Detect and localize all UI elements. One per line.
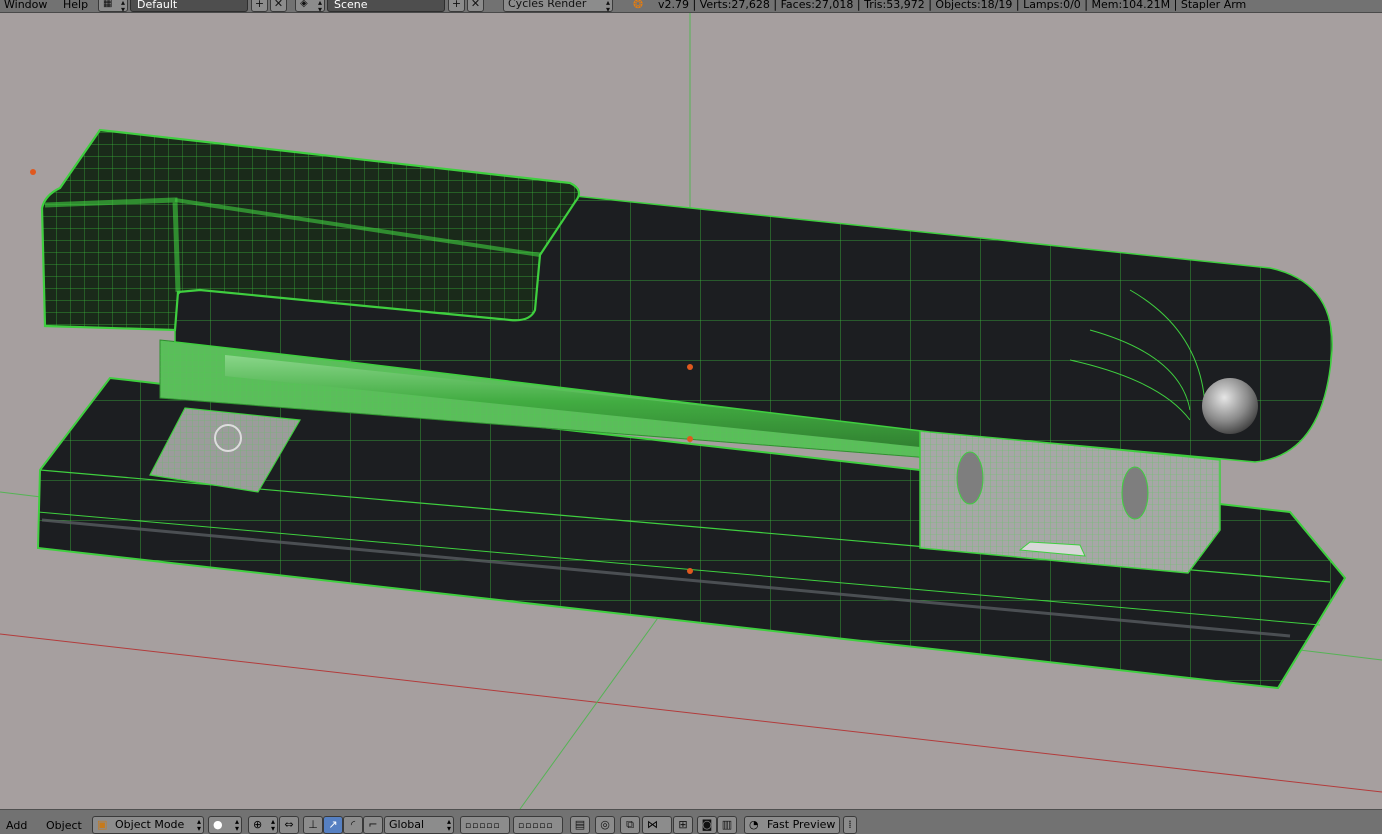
viewport-shading-selector[interactable]: ● ▴ ▾ (208, 816, 242, 834)
render-preview-label: Fast Preview (767, 818, 836, 831)
close-icon: ✕ (273, 0, 284, 10)
snap-target-button[interactable]: ⊞ (673, 816, 693, 834)
layout-icon: ▦ (103, 0, 113, 9)
add-icon: + (254, 0, 265, 10)
scene-statistics: v2.79 | Verts:27,628 | Faces:27,018 | Tr… (658, 0, 1247, 11)
close-icon: ✕ (470, 0, 481, 10)
render-engine-label: Cycles Render (508, 0, 587, 10)
transform-orientation-selector[interactable]: Global ▴ ▾ (384, 816, 454, 834)
lock-camera-button[interactable]: ▤ (570, 816, 590, 834)
menu-help[interactable]: Help (63, 0, 88, 11)
scene-field[interactable]: Scene (327, 0, 445, 12)
blender-logo-icon: ❂ (633, 0, 644, 11)
menu-add[interactable]: Add (6, 819, 27, 832)
3d-viewport[interactable] (0, 13, 1382, 810)
pivot-icon: ⊕ (253, 818, 263, 831)
mode-cube-icon: ▣ (97, 818, 108, 831)
remove-scene-button[interactable]: ✕ (467, 0, 484, 12)
chevron-updown-icon: ▴ ▾ (605, 0, 610, 13)
chevron-updown-icon: ▴ ▾ (446, 817, 451, 833)
scale-manipulator-button[interactable]: ⌐ (363, 816, 383, 834)
manipulate-center-button[interactable]: ⇔ (279, 816, 299, 834)
rotate-manipulator-button[interactable]: ◜ (343, 816, 363, 834)
proportional-editing-button[interactable]: ◎ (595, 816, 615, 834)
orientation-label: Global (389, 818, 425, 831)
transform-manipulator-toggle[interactable]: ⊥ (303, 816, 323, 834)
chevron-updown-icon: ▴ ▾ (270, 817, 275, 833)
drag-handle-icon: ⁞ (848, 818, 852, 831)
render-engine-selector[interactable]: Cycles Render ▴ ▾ (503, 0, 613, 12)
snap-icon: ⧉ (626, 818, 634, 831)
render-icon: ▥ (721, 818, 733, 831)
scene-layers-group-2[interactable]: ▫▫▫▫▫ (513, 816, 563, 834)
add-icon: + (451, 0, 462, 10)
header-scroll-handle[interactable]: ⁞ (843, 816, 857, 834)
chevron-updown-icon: ▴ ▾ (317, 0, 322, 13)
scene-selector[interactable]: ◈ ▴ ▾ (295, 0, 325, 12)
scene-icon: ◈ (300, 0, 308, 9)
axes-icon: ⊥ (308, 818, 318, 831)
menu-window[interactable]: Window (4, 0, 47, 11)
proportional-icon: ◎ (600, 818, 610, 831)
top-cap-mesh[interactable] (40, 128, 581, 332)
base-origin-dot[interactable] (687, 568, 693, 574)
snap-toggle-button[interactable]: ⧉ (620, 816, 640, 834)
menu-object[interactable]: Object (46, 819, 82, 832)
lock-icon: ▤ (574, 818, 586, 831)
translate-icon: ↗ (328, 818, 338, 831)
chevron-updown-icon: ▴ ▾ (234, 817, 239, 833)
rotate-icon: ◜ (350, 818, 356, 831)
screen-layout-field[interactable]: Default (130, 0, 248, 12)
pivot-pin (1202, 378, 1258, 434)
render-preview-selector[interactable]: ◔ Fast Preview (744, 816, 840, 834)
mode-selector[interactable]: ▣ Object Mode ▴ ▾ (92, 816, 204, 834)
pivot-point-selector[interactable]: ⊕ ▴ ▾ (248, 816, 278, 834)
arm-origin-dot[interactable] (687, 364, 693, 370)
viewport-canvas[interactable] (0, 13, 1382, 810)
snap-element-selector[interactable]: ⋈ (642, 816, 672, 834)
layers-icon: ▫▫▫▫▫ (465, 821, 501, 831)
scene-layers-group-1[interactable]: ▫▫▫▫▫ (460, 816, 510, 834)
mode-label: Object Mode (115, 818, 185, 831)
chevron-updown-icon: ▴ ▾ (196, 817, 201, 833)
manipulator-icon: ⇔ (284, 818, 294, 831)
translate-manipulator-button[interactable]: ↗ (323, 816, 343, 834)
camera-icon: ◙ (701, 818, 713, 831)
render-animation-button[interactable]: ▥ (717, 816, 737, 834)
add-scene-button[interactable]: + (448, 0, 465, 12)
scale-icon: ⌐ (368, 818, 378, 831)
layers-icon: ▫▫▫▫▫ (518, 821, 554, 831)
snap-element-icon: ⋈ (647, 818, 658, 831)
y-axis-line (519, 614, 661, 810)
render-image-button[interactable]: ◙ (697, 816, 717, 834)
screen-layout-selector[interactable]: ▦ ▴ ▾ (98, 0, 128, 12)
3d-view-header: Add Object ▣ Object Mode ▴ ▾ ● ▴ ▾ ⊕ ▴ ▾ ⇔ … (0, 809, 1382, 834)
shading-sphere-icon: ● (213, 818, 223, 831)
rail-origin-dot[interactable] (687, 436, 693, 442)
lamp-origin-dot[interactable] (30, 169, 36, 175)
chevron-updown-icon: ▴ ▾ (120, 0, 125, 13)
add-screen-button[interactable]: + (251, 0, 268, 12)
preview-icon: ◔ (749, 818, 759, 831)
remove-screen-button[interactable]: ✕ (270, 0, 287, 12)
info-header: Window Help ▦ ▴ ▾ Default + ✕ ◈ ▴ ▾ Scene + … (0, 0, 1382, 13)
snap-target-icon: ⊞ (678, 818, 688, 831)
